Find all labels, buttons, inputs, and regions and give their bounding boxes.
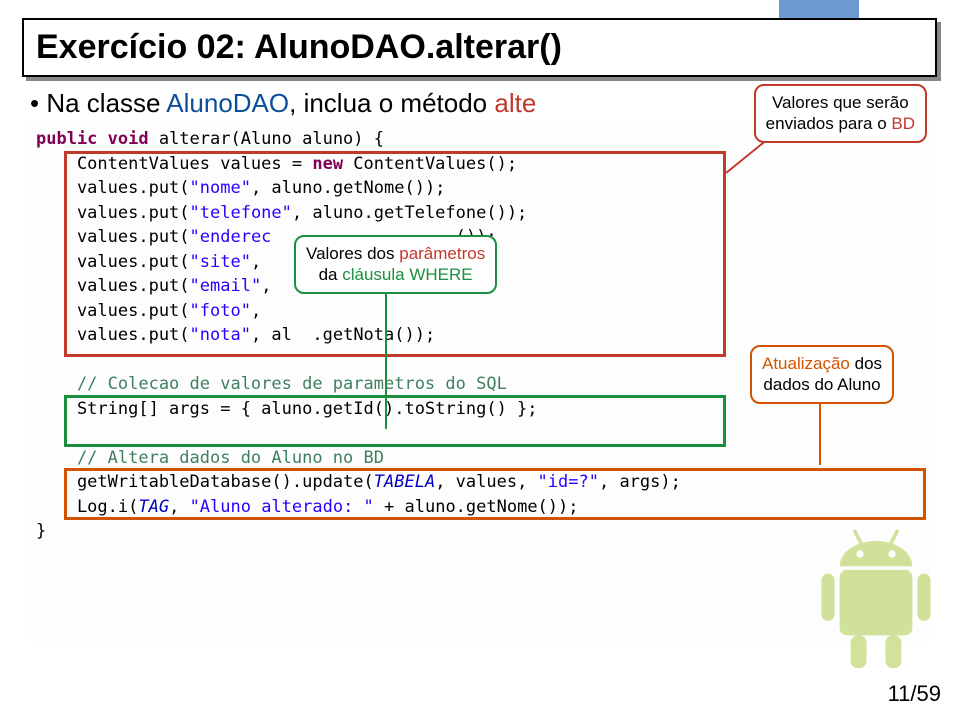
code-line: , [169,497,189,517]
code-line: String[] args = { aluno.getId().toString… [36,399,538,419]
kw: public void [36,129,149,149]
code-line: Log.i( [36,497,138,517]
str: "id=?" [538,472,599,492]
code-line: , aluno.getTelefone()); [292,203,527,223]
code-block: public void alterar(Aluno aluno) { Conte… [30,123,930,548]
android-robot-icon [801,519,951,679]
str: "nome" [190,178,251,198]
code-line [261,301,445,321]
field: TAG [138,497,169,517]
code-line: ContentValues values = [36,154,312,174]
bullet-prefix: Na classe [46,88,166,118]
callout-text: Valores dos [306,244,399,263]
callout-text: dos [850,354,882,373]
code-line: , args); [599,472,681,492]
callout-red: parâmetros [399,244,485,263]
code-area: public void alterar(Aluno aluno) { Conte… [30,123,930,643]
code-line [271,276,291,296]
code-line: , aluno.getNome()); [251,178,445,198]
bullet-middle: , inclua o método [289,88,494,118]
callout-update: Atualização dos dados do Aluno [750,345,894,404]
code-line: values.put( [36,325,190,345]
code-line: , [251,301,261,321]
str: "Aluno alterado: " [190,497,374,517]
str: "enderec [190,227,272,247]
code-line: } [36,521,46,541]
slide-title: Exercício 02: AlunoDAO.alterar() [36,28,923,67]
code-line: alterar(Aluno aluno) { [149,129,384,149]
callout-text: Valores que serão [772,93,909,112]
callout-text: dados do Aluno [763,375,880,394]
str: "email" [190,276,262,296]
callout-values-bd: Valores que serão enviados para o BD [754,84,927,143]
code-line [261,252,281,272]
callout-params: Valores dos parâmetros da cláusula WHERE [294,235,497,294]
comment: // Colecao de valores de parametros do S… [36,374,507,394]
code-line: + aluno.getNome()); [374,497,579,517]
callout-green: cláusula WHERE [342,265,472,284]
code-line: values.put( [36,227,190,247]
field: TABELA [374,472,435,492]
callout-text: enviados para o [766,114,892,133]
code-line: getWritableDatabase().update( [36,472,374,492]
str: "site" [190,252,251,272]
code-line: , [251,252,261,272]
callout-red: BD [891,114,915,133]
code-line: , al [251,325,292,345]
code-line: values.put( [36,276,190,296]
title-box: Exercício 02: AlunoDAO.alterar() [22,18,937,77]
callout-orange: Atualização [762,354,850,373]
code-line: values.put( [36,252,190,272]
str: "foto" [190,301,251,321]
code-line: values.put( [36,301,190,321]
code-line: , [261,276,271,296]
code-line: , values, [435,472,537,492]
code-line: values.put( [36,203,190,223]
str: "telefone" [190,203,292,223]
str: "nota" [190,325,251,345]
page-number: 11/59 [888,681,941,707]
comment: // Altera dados do Aluno no BD [36,448,384,468]
bullet-method: alte [494,88,536,118]
callout-text: da [319,265,343,284]
code-line: ContentValues(); [343,154,517,174]
code-line: values.put( [36,178,190,198]
kw: new [312,154,343,174]
bullet-class: AlunoDAO [166,88,289,118]
code-line: .getNota()); [292,325,435,345]
